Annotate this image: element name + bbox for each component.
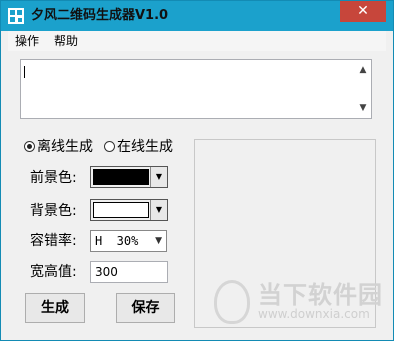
- watermark-text: 当下软件园: [258, 281, 383, 309]
- window-title: 夕风二维码生成器V1.0: [31, 8, 169, 23]
- error-correction-label: 容错率:: [30, 233, 77, 249]
- background-color-swatch: [93, 202, 149, 218]
- menu-help[interactable]: 帮助: [54, 31, 78, 51]
- radio-offline[interactable]: 离线生成: [24, 137, 93, 155]
- radio-online[interactable]: 在线生成: [104, 137, 173, 155]
- background-color-label: 背景色:: [30, 203, 77, 219]
- error-correction-value: H 30%: [95, 234, 139, 248]
- watermark-logo-icon: [214, 280, 250, 324]
- menu-operate[interactable]: 操作: [15, 31, 39, 51]
- close-icon: ✕: [357, 3, 369, 19]
- menu-bar: 操作 帮助: [8, 31, 386, 51]
- watermark-url: www.downxia.com: [258, 307, 370, 321]
- save-button[interactable]: 保存: [116, 293, 175, 323]
- close-button[interactable]: ✕: [340, 1, 386, 22]
- radio-online-circle[interactable]: [104, 140, 115, 152]
- chevron-down-icon[interactable]: ▼: [150, 200, 167, 220]
- generate-button[interactable]: 生成: [25, 293, 85, 323]
- content-textarea[interactable]: ▲ ▼: [20, 59, 372, 119]
- app-window: 夕风二维码生成器V1.0 ✕ 操作 帮助 ▲ ▼ 离线生成 在线生成 前景色: …: [0, 0, 394, 341]
- chevron-down-icon: ▼: [155, 236, 162, 246]
- size-label: 宽高值:: [30, 264, 77, 280]
- scroll-up-arrow-icon[interactable]: ▲: [357, 64, 369, 76]
- foreground-color-swatch: [93, 169, 149, 185]
- radio-offline-circle[interactable]: [24, 140, 35, 152]
- foreground-color-label: 前景色:: [30, 170, 77, 186]
- text-caret: [24, 66, 25, 78]
- title-bar[interactable]: 夕风二维码生成器V1.0 ✕: [1, 1, 393, 31]
- radio-online-label: 在线生成: [117, 139, 173, 155]
- error-correction-select[interactable]: H 30% ▼: [90, 230, 167, 252]
- scroll-down-arrow-icon[interactable]: ▼: [357, 102, 369, 114]
- chevron-down-icon[interactable]: ▼: [150, 167, 167, 187]
- radio-offline-label: 离线生成: [37, 139, 93, 155]
- size-input[interactable]: 300: [90, 261, 168, 283]
- foreground-color-picker[interactable]: ▼: [90, 166, 168, 188]
- client-area: 操作 帮助 ▲ ▼ 离线生成 在线生成 前景色: ▼ 背景色: ▼ 容错率: H…: [8, 31, 386, 335]
- qr-code-icon: [8, 8, 24, 24]
- background-color-picker[interactable]: ▼: [90, 199, 168, 221]
